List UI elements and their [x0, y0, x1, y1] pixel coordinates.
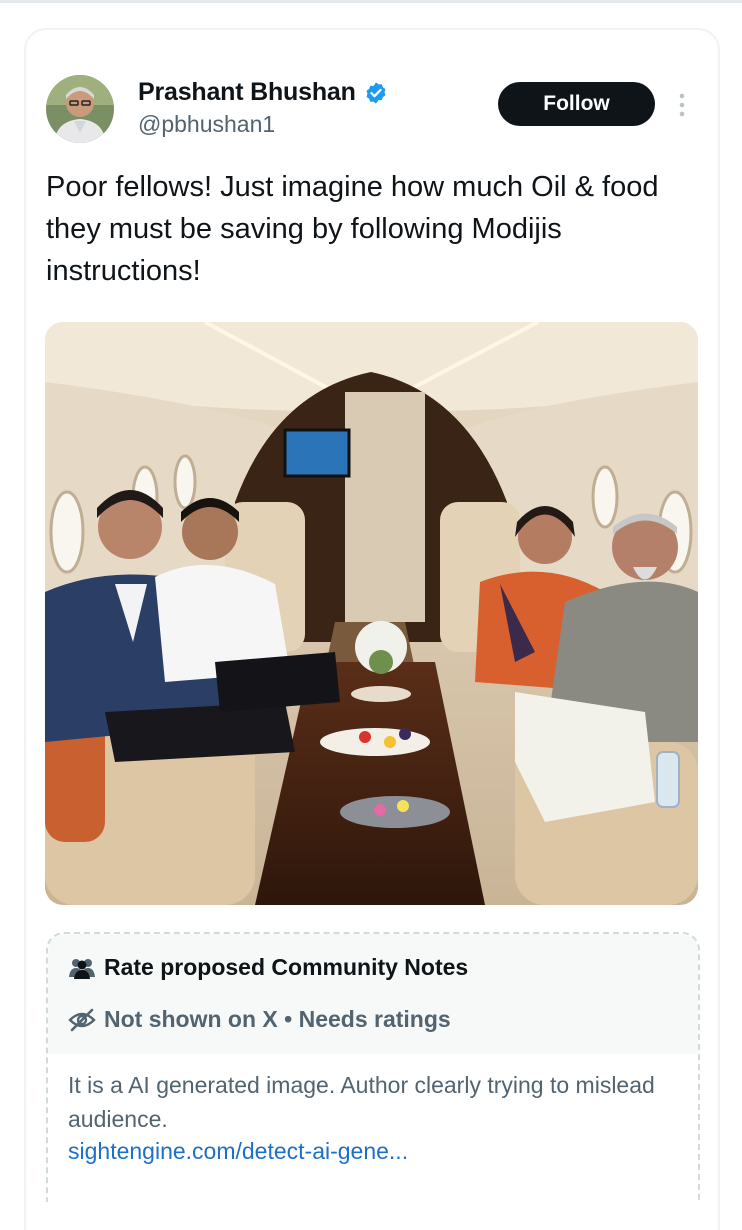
avatar[interactable] [46, 75, 114, 143]
people-icon [69, 958, 95, 979]
note-status-row: Not shown on X • Needs ratings [68, 1006, 451, 1033]
rate-notes-row[interactable]: Rate proposed Community Notes [68, 954, 468, 981]
community-note[interactable]: Rate proposed Community Notes Not shown … [46, 932, 700, 1202]
tweet-text: Poor fellows! Just imagine how much Oil … [46, 171, 659, 287]
note-source-link[interactable]: sightengine.com/detect-ai-gene... [68, 1138, 408, 1165]
author-name[interactable]: Prashant Bhushan [138, 78, 356, 107]
eye-off-icon [68, 1008, 96, 1031]
author-name-row[interactable]: Prashant Bhushan [138, 78, 388, 107]
follow-button[interactable]: Follow [498, 82, 655, 126]
tweet-photo[interactable] [45, 322, 698, 905]
verified-badge-icon [366, 82, 386, 103]
more-vertical-icon[interactable] [676, 92, 688, 118]
author-handle[interactable]: @pbhushan1 [138, 111, 275, 138]
rate-notes-label: Rate proposed Community Notes [104, 954, 469, 980]
note-body-text: It is a AI generated image. Author clear… [68, 1072, 655, 1132]
top-divider [0, 0, 742, 3]
community-note-header [48, 934, 698, 1054]
note-status-label: Not shown on X • Needs ratings [104, 1006, 451, 1032]
